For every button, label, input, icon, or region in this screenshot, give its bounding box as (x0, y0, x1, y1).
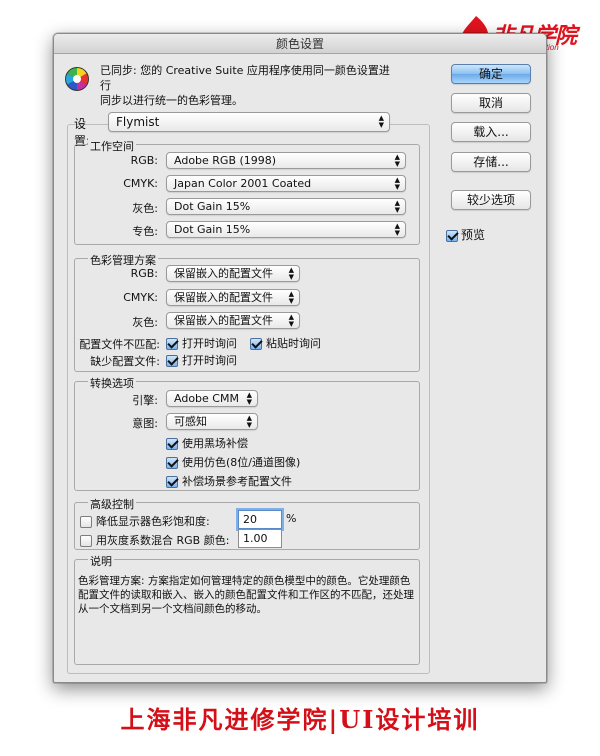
advanced-controls-title: 高级控制 (88, 496, 136, 512)
dither-checkbox[interactable] (166, 457, 178, 469)
mismatch-ask-open-row[interactable]: 打开时询问 (166, 335, 237, 351)
cancel-button[interactable]: 取消 (451, 93, 531, 113)
ok-button[interactable]: 确定 (451, 64, 531, 84)
dropdown-arrows-icon: ▲ ▼ (246, 390, 252, 406)
black-point-row[interactable]: 使用黑场补偿 (166, 435, 248, 451)
load-button[interactable]: 载入... (451, 122, 531, 142)
desaturate-input[interactable]: 20 (238, 510, 282, 529)
intent-label: 意图: (132, 417, 158, 430)
sync-line-1: 已同步: 您的 Creative Suite 应用程序使用同一颜色设置进行 (100, 64, 390, 92)
missing-ask-open-row[interactable]: 打开时询问 (166, 352, 237, 368)
sync-status: 已同步: 您的 Creative Suite 应用程序使用同一颜色设置进行 同步… (100, 63, 400, 108)
description-title: 说明 (88, 553, 114, 569)
dither-row[interactable]: 使用仿色(8位/通道图像) (166, 454, 300, 470)
description-box: 色彩管理方案: 方案指定如何管理特定的颜色模型中的颜色。它处理颜色配置文件的读取… (74, 559, 420, 665)
ws-gray-value: Dot Gain 15% (174, 200, 251, 213)
preview-checkbox-row[interactable]: 预览 (446, 226, 485, 243)
cm-gray-value: 保留嵌入的配置文件 (174, 314, 273, 327)
black-point-label: 使用黑场补偿 (182, 437, 248, 450)
ws-gray-dropdown[interactable]: Dot Gain 15% ▲ ▼ (166, 198, 406, 215)
ws-rgb-value: Adobe RGB (1998) (174, 154, 277, 167)
cm-gray-dropdown[interactable]: 保留嵌入的配置文件 ▲ ▼ (166, 312, 300, 329)
save-button[interactable]: 存储... (451, 152, 531, 172)
sync-line-2: 同步以进行统一的色彩管理。 (100, 94, 243, 107)
compensate-checkbox[interactable] (166, 476, 178, 488)
ws-rgb-label: RGB: (130, 154, 158, 167)
settings-dropdown[interactable]: Flymist ▲ ▼ (108, 112, 390, 132)
engine-dropdown[interactable]: Adobe CMM ▲ ▼ (166, 390, 258, 407)
blend-gamma-row[interactable]: 用灰度系数混合 RGB 颜色: (80, 532, 229, 548)
mismatch-ask-paste-label: 粘贴时询问 (266, 337, 321, 350)
dropdown-arrows-icon: ▲ ▼ (288, 289, 294, 305)
dropdown-arrows-icon: ▲ ▼ (394, 198, 400, 214)
footer-banner: 上海非凡进修学院|UI设计培训 (120, 705, 480, 734)
compensate-label: 补偿场景参考配置文件 (182, 475, 292, 488)
intent-value: 可感知 (174, 415, 207, 428)
ws-cmyk-label: CMYK: (123, 177, 158, 190)
compensate-row[interactable]: 补偿场景参考配置文件 (166, 473, 292, 489)
cm-rgb-label: RGB: (130, 267, 158, 280)
desaturate-checkbox[interactable] (80, 516, 92, 528)
ws-spot-dropdown[interactable]: Dot Gain 15% ▲ ▼ (166, 221, 406, 238)
dropdown-arrows-icon: ▲ ▼ (288, 265, 294, 281)
ws-spot-label: 专色: (132, 225, 158, 238)
ws-gray-label: 灰色: (132, 202, 158, 215)
settings-value: Flymist (116, 115, 160, 129)
blend-gamma-checkbox[interactable] (80, 535, 92, 547)
blend-gamma-input[interactable]: 1.00 (238, 529, 282, 548)
dither-label: 使用仿色(8位/通道图像) (182, 456, 301, 469)
ws-cmyk-value: Japan Color 2001 Coated (174, 177, 312, 190)
percent-unit: % (286, 512, 297, 525)
window-title[interactable]: 颜色设置 (54, 34, 546, 54)
dropdown-arrows-icon: ▲ ▼ (288, 312, 294, 328)
ws-cmyk-dropdown[interactable]: Japan Color 2001 Coated ▲ ▼ (166, 175, 406, 192)
blend-gamma-label: 用灰度系数混合 RGB 颜色: (96, 534, 230, 547)
cm-cmyk-dropdown[interactable]: 保留嵌入的配置文件 ▲ ▼ (166, 289, 300, 306)
dropdown-arrows-icon: ▲ ▼ (378, 114, 384, 129)
missing-ask-open-checkbox[interactable] (166, 355, 178, 367)
intent-dropdown[interactable]: 可感知 ▲ ▼ (166, 413, 258, 430)
cm-cmyk-value: 保留嵌入的配置文件 (174, 291, 273, 304)
working-spaces-title: 工作空间 (88, 138, 136, 154)
dropdown-arrows-icon: ▲ ▼ (394, 175, 400, 191)
color-settings-dialog: 颜色设置 已同步: 您的 Creative Suite 应用程序使用同一颜色设置… (53, 33, 547, 683)
missing-ask-open-label: 打开时询问 (182, 354, 237, 367)
ws-spot-value: Dot Gain 15% (174, 223, 251, 236)
description-text: 色彩管理方案: 方案指定如何管理特定的颜色模型中的颜色。它处理颜色配置文件的读取… (78, 575, 414, 615)
dropdown-arrows-icon: ▲ ▼ (394, 152, 400, 168)
preview-checkbox[interactable] (446, 229, 458, 242)
mismatch-ask-paste-checkbox[interactable] (250, 338, 262, 350)
conversion-options-title: 转换选项 (88, 375, 136, 391)
mismatch-ask-paste-row[interactable]: 粘贴时询问 (250, 335, 321, 351)
cm-rgb-dropdown[interactable]: 保留嵌入的配置文件 ▲ ▼ (166, 265, 300, 282)
mismatch-ask-open-label: 打开时询问 (182, 337, 237, 350)
missing-profile-label: 缺少配置文件: (90, 355, 160, 368)
profile-mismatch-label: 配置文件不匹配: (79, 338, 160, 351)
cm-rgb-value: 保留嵌入的配置文件 (174, 267, 273, 280)
desaturate-label: 降低显示器色彩饱和度: (96, 515, 210, 528)
preview-label: 预览 (461, 228, 486, 242)
engine-label: 引擎: (132, 394, 158, 407)
cm-cmyk-label: CMYK: (123, 291, 158, 304)
dropdown-arrows-icon: ▲ ▼ (394, 221, 400, 237)
fewer-options-button[interactable]: 较少选项 (451, 190, 531, 210)
engine-value: Adobe CMM (174, 392, 239, 405)
dropdown-arrows-icon: ▲ ▼ (246, 413, 252, 429)
ws-rgb-dropdown[interactable]: Adobe RGB (1998) ▲ ▼ (166, 152, 406, 169)
desaturate-row[interactable]: 降低显示器色彩饱和度: (80, 513, 210, 529)
mismatch-ask-open-checkbox[interactable] (166, 338, 178, 350)
color-wheel-icon (65, 67, 89, 91)
black-point-checkbox[interactable] (166, 438, 178, 450)
color-management-title: 色彩管理方案 (88, 252, 158, 268)
cm-gray-label: 灰色: (132, 316, 158, 329)
